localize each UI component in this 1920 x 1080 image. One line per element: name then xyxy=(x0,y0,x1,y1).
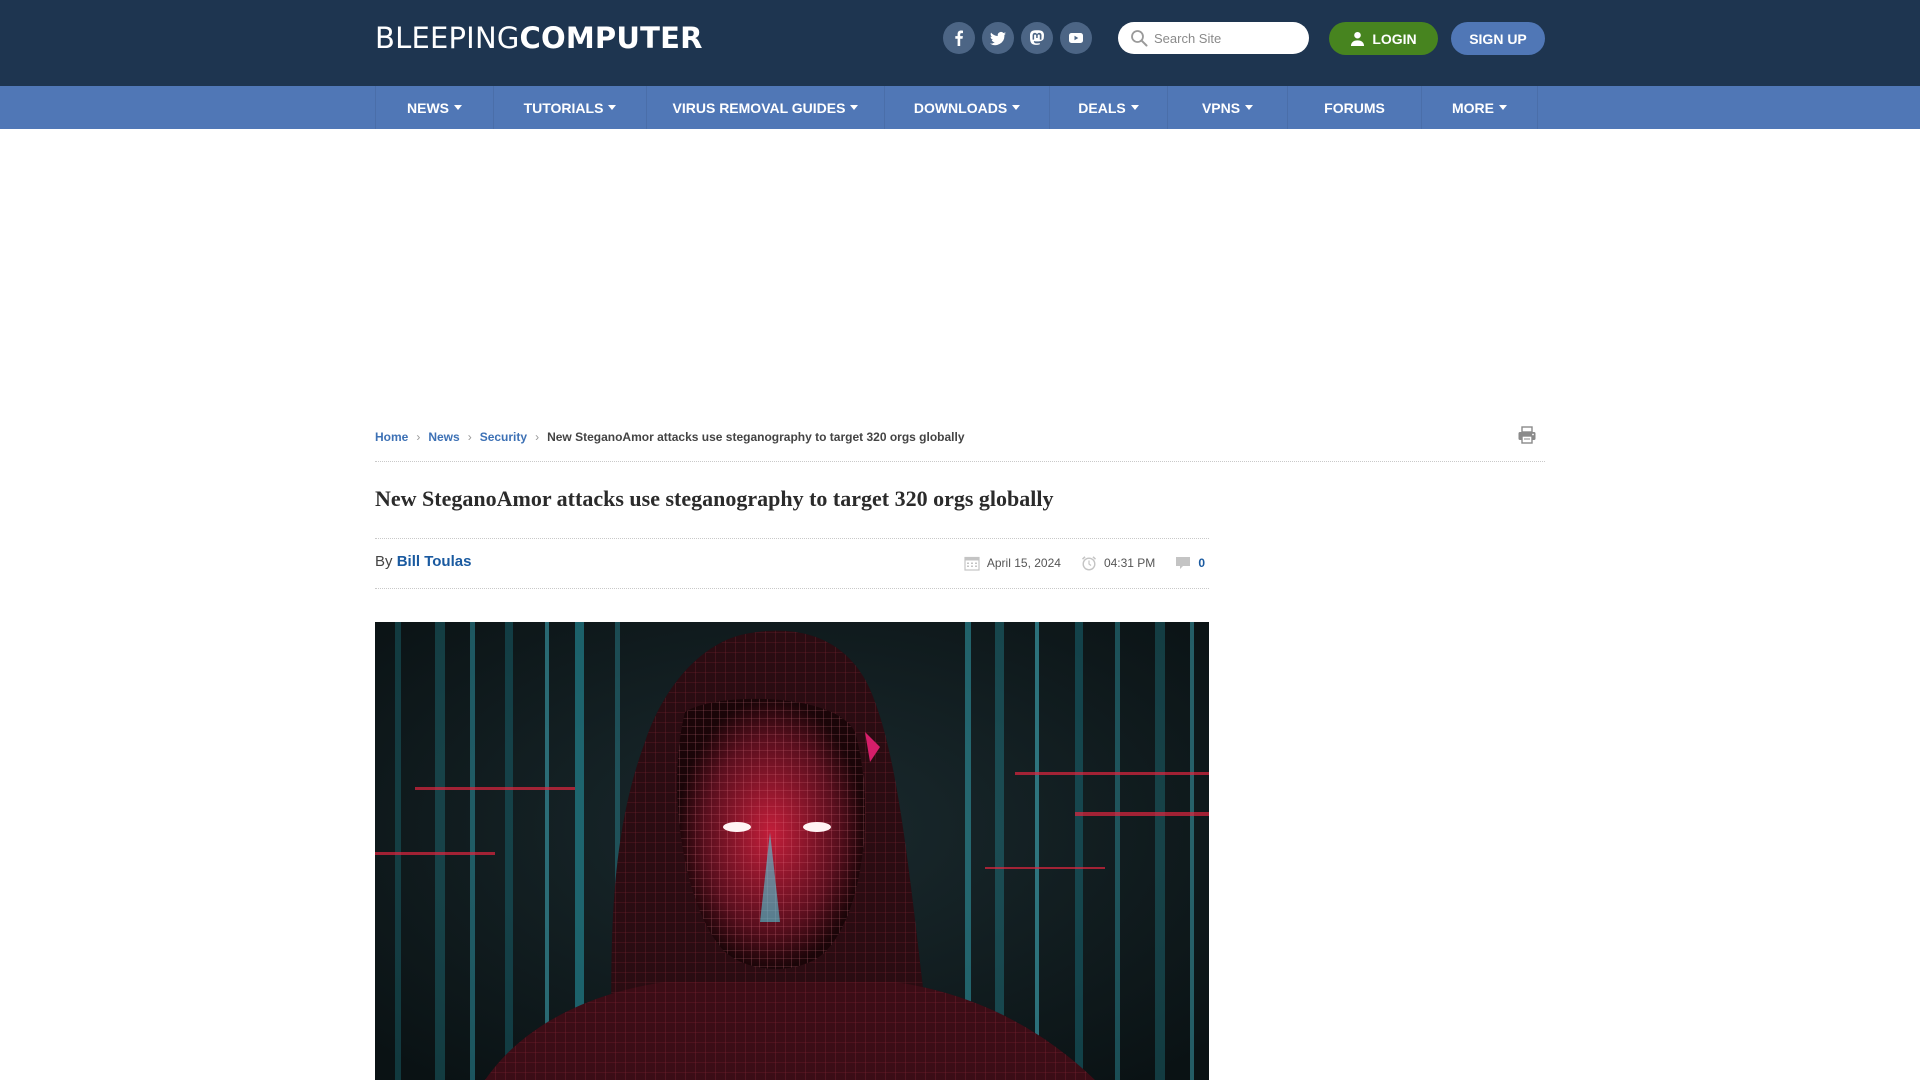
print-icon[interactable] xyxy=(1517,425,1537,445)
comments-group[interactable]: 0 xyxy=(1175,555,1205,571)
logo-thin-text: BLEEPING xyxy=(375,21,520,55)
article-date: April 15, 2024 xyxy=(986,556,1061,570)
hero-image xyxy=(375,622,1209,1080)
alarm-clock-icon xyxy=(1081,556,1096,571)
breadcrumb-security[interactable]: Security xyxy=(480,430,527,444)
mastodon-link[interactable] xyxy=(1021,22,1053,54)
nav-item-tutorials[interactable]: TUTORIALS xyxy=(493,86,646,129)
search-input[interactable] xyxy=(1154,30,1304,46)
byline: By Bill Toulas xyxy=(375,553,471,570)
logo-bold-text: COMPUTER xyxy=(519,21,703,55)
search-box[interactable] xyxy=(1118,22,1309,54)
comment-icon xyxy=(1176,557,1191,569)
caret-down-icon xyxy=(1499,105,1507,110)
nav-label: DEALS xyxy=(1078,99,1126,116)
youtube-link[interactable] xyxy=(1060,22,1092,54)
nav-label: VIRUS REMOVAL GUIDES xyxy=(672,99,846,116)
caret-down-icon xyxy=(1245,105,1254,110)
caret-down-icon xyxy=(608,105,617,110)
comment-count[interactable]: 0 xyxy=(1198,556,1205,570)
site-header: BLEEPINGCOMPUTER LOGIN SIGN UP xyxy=(0,0,1920,86)
by-label: By xyxy=(375,553,393,570)
time-group: 04:31 PM xyxy=(1081,555,1155,571)
site-logo[interactable]: BLEEPINGCOMPUTER xyxy=(375,20,703,56)
breadcrumb: Home › News › Security › New SteganoAmor… xyxy=(375,428,965,446)
nav-item-forums[interactable]: FORUMS xyxy=(1287,86,1421,129)
social-links xyxy=(943,22,1092,54)
calendar-icon xyxy=(964,556,980,571)
nav-item-news[interactable]: NEWS xyxy=(375,86,493,129)
caret-down-icon xyxy=(1012,105,1021,110)
search-icon xyxy=(1131,30,1148,47)
nav-label: NEWS xyxy=(407,99,449,116)
author-link[interactable]: Bill Toulas xyxy=(397,553,472,570)
article-meta: April 15, 2024 04:31 PM 0 xyxy=(944,553,1205,573)
nav-divider xyxy=(1537,86,1538,129)
facebook-link[interactable] xyxy=(943,22,975,54)
twitter-icon xyxy=(990,31,1006,46)
nav-label: DOWNLOADS xyxy=(913,99,1008,116)
user-icon xyxy=(1351,31,1365,46)
nav-item-virus-removal-guides[interactable]: VIRUS REMOVAL GUIDES xyxy=(646,86,884,129)
nav-label: FORUMS xyxy=(1324,99,1385,116)
chevron-right-icon: › xyxy=(416,430,421,444)
twitter-link[interactable] xyxy=(982,22,1014,54)
mastodon-icon xyxy=(1029,30,1044,45)
chevron-right-icon: › xyxy=(535,430,540,444)
main-nav: NEWS TUTORIALS VIRUS REMOVAL GUIDES DOWN… xyxy=(0,86,1920,129)
breadcrumb-home[interactable]: Home xyxy=(375,430,408,444)
title-divider xyxy=(375,538,1209,539)
breadcrumb-news[interactable]: News xyxy=(428,430,459,444)
caret-down-icon xyxy=(454,105,462,110)
nav-label: VPNS xyxy=(1201,99,1241,116)
date-group: April 15, 2024 xyxy=(964,555,1061,571)
nav-label: MORE xyxy=(1452,99,1494,116)
byline-divider xyxy=(375,588,1209,589)
login-button[interactable]: LOGIN xyxy=(1329,22,1438,55)
article-title: New SteganoAmor attacks use steganograph… xyxy=(375,486,1054,511)
signup-label: SIGN UP xyxy=(1469,30,1527,47)
signup-button[interactable]: SIGN UP xyxy=(1451,22,1545,55)
breadcrumb-divider xyxy=(375,461,1545,462)
caret-down-icon xyxy=(1130,105,1139,110)
chevron-right-icon: › xyxy=(467,430,472,444)
caret-down-icon xyxy=(850,105,859,110)
nav-label: TUTORIALS xyxy=(523,99,604,116)
nav-item-more[interactable]: MORE xyxy=(1421,86,1537,129)
nav-item-vpns[interactable]: VPNS xyxy=(1167,86,1287,129)
facebook-icon xyxy=(955,30,963,46)
nav-item-deals[interactable]: DEALS xyxy=(1049,86,1167,129)
breadcrumb-current: New SteganoAmor attacks use steganograph… xyxy=(547,430,965,444)
nav-item-downloads[interactable]: DOWNLOADS xyxy=(884,86,1049,129)
login-label: LOGIN xyxy=(1372,30,1417,47)
article-time: 04:31 PM xyxy=(1103,556,1156,570)
youtube-icon xyxy=(1069,33,1083,43)
hooded-hacker-illustration xyxy=(375,622,1209,1080)
